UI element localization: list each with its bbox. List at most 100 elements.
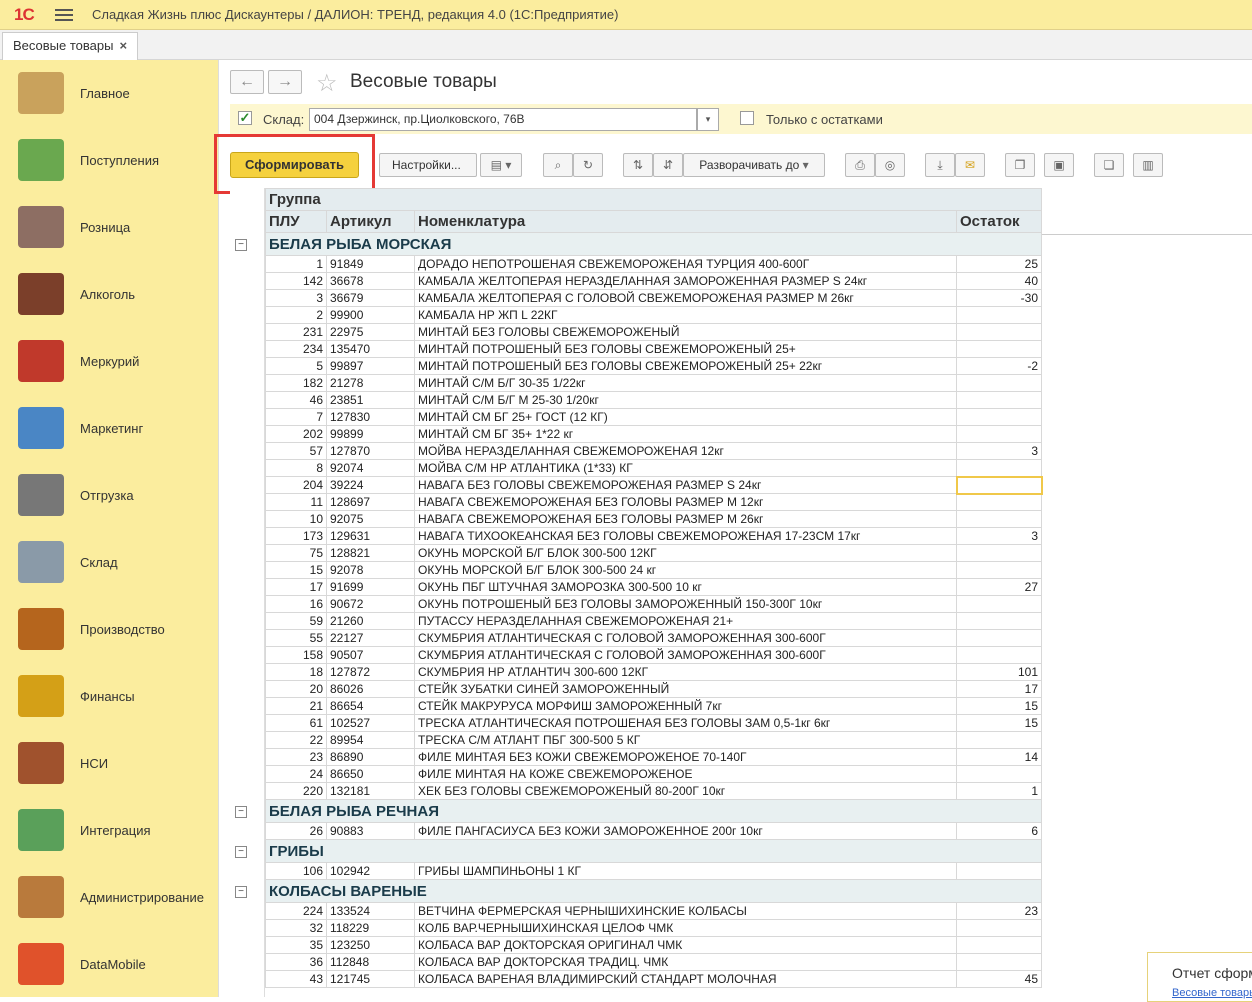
- collapse-icon[interactable]: −: [235, 239, 247, 251]
- article-cell: 128821: [326, 544, 415, 562]
- group-name: БЕЛАЯ РЫБА МОРСКАЯ: [264, 232, 1043, 256]
- column-header: Номенклатура: [414, 210, 957, 233]
- expand-to-button[interactable]: Разворачивать до ▾: [683, 153, 825, 177]
- sidebar-item[interactable]: Меркурий: [0, 328, 219, 395]
- article-cell: 102942: [326, 862, 415, 880]
- name-cell: СТЕЙК МАКРУРУСА МОРФИШ ЗАМОРОЖЕННЫЙ 7кг: [414, 697, 957, 715]
- table-row: 8 92074 МОЙВА С/М НР АТЛАНТИКА (1*33) КГ: [265, 459, 1043, 477]
- rest-cell: 25: [955, 255, 1043, 273]
- copy-report-button[interactable]: ❏: [1094, 153, 1124, 177]
- table-row: 106 102942 ГРИБЫ ШАМПИНЬОНЫ 1 КГ: [265, 862, 1043, 880]
- group-row: БЕЛАЯ РЫБА МОРСКАЯ: [264, 232, 1043, 256]
- report-grid[interactable]: Группа ПЛУ Артикул Номенклатура Остаток БЕЛАЯ…: [264, 188, 1043, 988]
- close-icon[interactable]: ×: [119, 38, 127, 53]
- sidebar-item-label: Финансы: [80, 689, 135, 704]
- sidebar-item[interactable]: Склад: [0, 529, 219, 596]
- collapse-icon[interactable]: −: [235, 886, 247, 898]
- variant-dropdown-button[interactable]: ▤ ▾: [480, 153, 522, 177]
- rest-cell: 14: [955, 748, 1043, 766]
- mail-button[interactable]: ✉: [955, 153, 985, 177]
- sidebar-item-label: Главное: [80, 86, 130, 101]
- print-button[interactable]: ⎙: [845, 153, 875, 177]
- copy-button[interactable]: ❐: [1005, 153, 1035, 177]
- plu-cell: 231: [265, 323, 327, 341]
- sklad-input[interactable]: 004 Дзержинск, пр.Циолковского, 76В: [309, 108, 697, 131]
- rest-cell: [955, 459, 1043, 477]
- collapse-icon[interactable]: −: [235, 846, 247, 858]
- sklad-label: Склад:: [263, 112, 305, 127]
- sidebar-item[interactable]: Отгрузка: [0, 462, 219, 529]
- sidebar-item-label: Администрирование: [80, 890, 204, 905]
- plu-cell: 106: [265, 862, 327, 880]
- search-clear-button[interactable]: ↻: [573, 153, 603, 177]
- rest-cell: [955, 306, 1043, 324]
- name-cell: ОКУНЬ МОРСКОЙ Б/Г БЛОК 300-500 24 кг: [414, 561, 957, 579]
- only-rest-checkbox[interactable]: [740, 111, 754, 125]
- article-cell: 89954: [326, 731, 415, 749]
- rest-cell: [955, 323, 1043, 341]
- sidebar-item[interactable]: Алкоголь: [0, 261, 219, 328]
- main-menu-icon[interactable]: [55, 6, 73, 22]
- sidebar-item[interactable]: НСИ: [0, 730, 219, 797]
- sidebar-item[interactable]: DataMobile: [0, 931, 219, 998]
- table-row: 43 121745 КОЛБАСА ВАРЕНАЯ ВЛАДИМИРСКИЙ СТА…: [265, 970, 1043, 988]
- article-cell: 99900: [326, 306, 415, 324]
- tab-vesovye-tovary[interactable]: Весовые товары ×: [2, 32, 139, 60]
- name-cell: МИНТАЙ БЕЗ ГОЛОВЫ СВЕЖЕМОРОЖЕНЫЙ: [414, 323, 957, 341]
- sidebar-item[interactable]: Интеграция: [0, 797, 219, 864]
- sort-asc-button[interactable]: ⇅: [623, 153, 653, 177]
- search-button[interactable]: ⌕: [543, 153, 573, 177]
- article-cell: 102527: [326, 714, 415, 732]
- article-cell: 112848: [326, 953, 415, 971]
- forklift-icon: [18, 474, 64, 516]
- rest-cell: 15: [955, 697, 1043, 715]
- table-row: 11 128697 НАВАГА СВЕЖЕМОРОЖЕНАЯ БЕЗ ГОЛОВЫ…: [265, 493, 1043, 511]
- sort-desc-button[interactable]: ⇵: [653, 153, 683, 177]
- tab-label: Весовые товары: [13, 38, 114, 53]
- rest-cell: 23: [955, 902, 1043, 920]
- sidebar-item[interactable]: Поступления: [0, 127, 219, 194]
- settings-button[interactable]: Настройки...: [379, 153, 477, 177]
- report-spreadsheet[interactable]: − − − − Группа ПЛУ Артикул Номенклатура Остаток…: [230, 188, 1252, 997]
- back-button[interactable]: ←: [230, 70, 264, 94]
- table-row: 24 86650 ФИЛЕ МИНТАЯ НА КОЖЕ СВЕЖЕМОРОЖЕНО…: [265, 765, 1043, 783]
- sidebar-item[interactable]: Розница: [0, 194, 219, 261]
- divider: [1041, 234, 1252, 235]
- sidebar-item-label: Склад: [80, 555, 118, 570]
- plu-cell: 5: [265, 357, 327, 375]
- collapse-icon[interactable]: −: [235, 806, 247, 818]
- header-row: Группа: [264, 188, 1043, 211]
- sidebar-item-label: DataMobile: [80, 957, 146, 972]
- table-row: 142 36678 КАМБАЛА ЖЕЛТОПЕРАЯ НЕРАЗДЕЛАННАЯ…: [265, 272, 1043, 290]
- favorite-star-icon[interactable]: ☆: [316, 69, 338, 98]
- article-cell: 123250: [326, 936, 415, 954]
- sidebar-item[interactable]: Главное: [0, 60, 219, 127]
- sklad-checkbox[interactable]: ✓: [238, 111, 252, 125]
- generate-button[interactable]: Сформировать: [230, 152, 359, 178]
- table-row: 234 135470 МИНТАЙ ПОТРОШЕНЫЙ БЕЗ ГОЛОВЫ СВ…: [265, 340, 1043, 358]
- notification-popup[interactable]: Отчет сформирован Весовые товары: [1147, 952, 1252, 1002]
- name-cell: ОКУНЬ ПОТРОШЕНЫЙ БЕЗ ГОЛОВЫ ЗАМОРОЖЕННЫЙ…: [414, 595, 957, 613]
- sidebar-item[interactable]: Производство: [0, 596, 219, 663]
- save-button[interactable]: ⤓: [925, 153, 955, 177]
- plu-cell: 57: [265, 442, 327, 460]
- article-cell: 99899: [326, 425, 415, 443]
- preview-button[interactable]: ◎: [875, 153, 905, 177]
- article-cell: 127870: [326, 442, 415, 460]
- plu-cell: 32: [265, 919, 327, 937]
- sidebar-item[interactable]: Финансы: [0, 663, 219, 730]
- plu-cell: 18: [265, 663, 327, 681]
- name-cell: НАВАГА СВЕЖЕМОРОЖЕНАЯ БЕЗ ГОЛОВЫ РАЗМЕР …: [414, 493, 957, 511]
- table-row: 2 99900 КАМБАЛА НР ЖП L 22КГ: [265, 306, 1043, 324]
- table-row: 20 86026 СТЕЙК ЗУБАТКИ СИНЕЙ ЗАМОРОЖЕННЫЙ 1…: [265, 680, 1043, 698]
- table-row: 32 118229 КОЛБ ВАР.ЧЕРНЫШИХИНСКАЯ ЦЕЛОФ ЧМ…: [265, 919, 1043, 937]
- chevron-down-icon[interactable]: ▾: [697, 108, 719, 131]
- sidebar-item[interactable]: Маркетинг: [0, 395, 219, 462]
- group-row: ГРИБЫ: [264, 839, 1043, 863]
- popup-link[interactable]: Весовые товары: [1172, 987, 1252, 999]
- sidebar-item[interactable]: Администрирование: [0, 864, 219, 931]
- paste-report-button[interactable]: ▥: [1133, 153, 1163, 177]
- article-cell: 133524: [326, 902, 415, 920]
- forward-button[interactable]: →: [268, 70, 302, 94]
- paste-button[interactable]: ▣: [1044, 153, 1074, 177]
